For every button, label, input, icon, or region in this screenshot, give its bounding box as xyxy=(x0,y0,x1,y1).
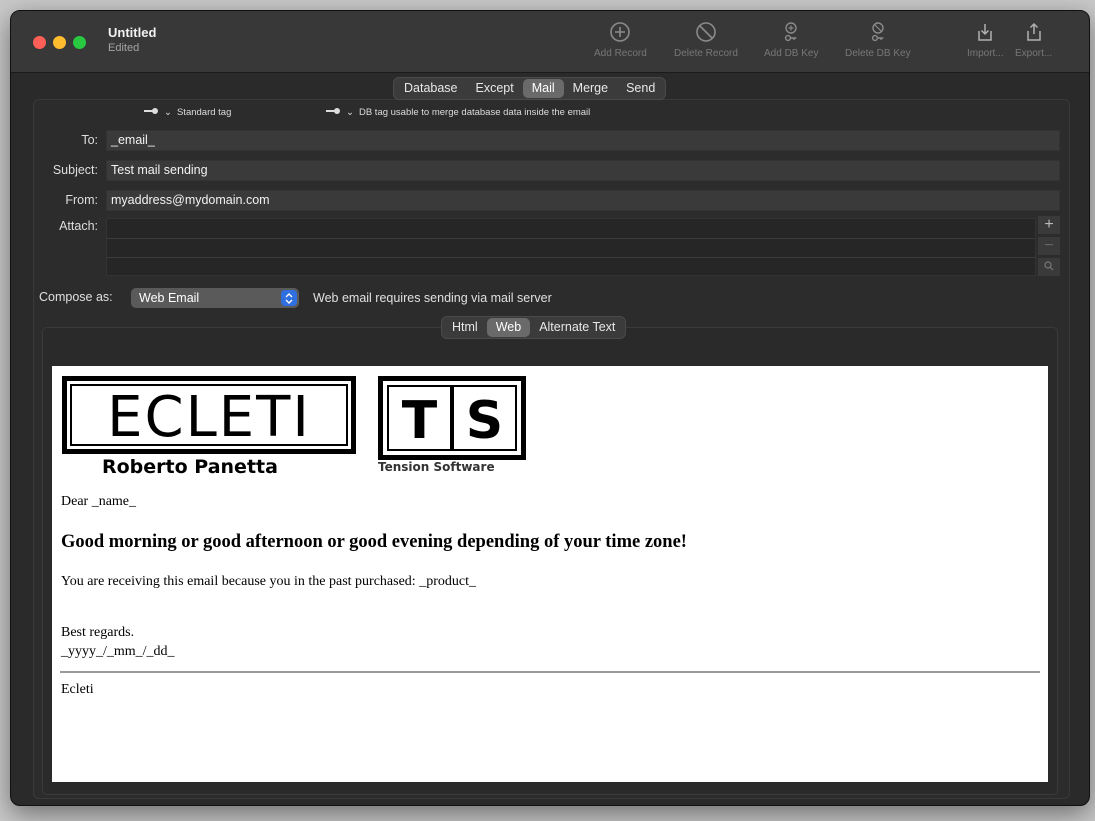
import-label: Import... xyxy=(967,48,1004,59)
email-headline: Good morning or good afternoon or good e… xyxy=(61,532,687,552)
tab-except[interactable]: Except xyxy=(467,79,523,98)
delete-record-button[interactable]: Delete Record xyxy=(674,19,738,67)
to-label: To: xyxy=(81,133,98,147)
attachments-list[interactable] xyxy=(106,218,1036,276)
to-field[interactable]: _email_ xyxy=(106,130,1060,151)
add-attachment-button[interactable]: + xyxy=(1038,216,1060,234)
compose-as-select[interactable]: Web Email xyxy=(131,288,299,308)
tab-merge[interactable]: Merge xyxy=(564,79,617,98)
import-icon xyxy=(972,19,998,45)
subject-label: Subject: xyxy=(52,163,98,177)
import-button[interactable]: Import... xyxy=(967,19,1004,67)
remove-attachment-button[interactable]: − xyxy=(1038,237,1060,255)
email-signature: Ecleti xyxy=(61,682,94,697)
minimize-window-button[interactable] xyxy=(53,36,66,49)
plus-icon: + xyxy=(1044,216,1054,233)
add-db-key-button[interactable]: Add DB Key xyxy=(764,19,818,67)
zoom-window-button[interactable] xyxy=(73,36,86,49)
main-tabs: Database Except Mail Merge Send xyxy=(393,77,667,100)
key-icon xyxy=(143,107,159,118)
email-body: You are receiving this email because you… xyxy=(61,574,476,589)
preview-attachment-button[interactable] xyxy=(1038,258,1060,276)
compose-tabs: Html Web Alternate Text xyxy=(441,316,627,339)
ecleti-logo: ECLETI xyxy=(62,376,356,454)
tab-html[interactable]: Html xyxy=(443,318,487,337)
from-label: From: xyxy=(65,193,98,207)
web-email-editor[interactable]: ECLETI Roberto Panetta T S Tension Softw… xyxy=(52,366,1048,782)
tab-web[interactable]: Web xyxy=(486,318,531,337)
close-window-button[interactable] xyxy=(33,36,46,49)
attach-label: Attach: xyxy=(59,219,98,233)
compose-as-label: Compose as: xyxy=(39,290,113,304)
tab-send[interactable]: Send xyxy=(617,79,664,98)
magnifier-icon xyxy=(1044,258,1054,276)
delete-db-key-label: Delete DB Key xyxy=(845,48,911,59)
subject-field[interactable]: Test mail sending xyxy=(106,160,1060,181)
tab-mail[interactable]: Mail xyxy=(522,79,564,98)
logo-letter-s: S xyxy=(465,391,504,451)
window-subtitle: Edited xyxy=(108,42,140,54)
tab-database[interactable]: Database xyxy=(395,79,467,98)
tension-software-logo: T S xyxy=(378,376,526,460)
ecleti-logo-name: Roberto Panetta xyxy=(102,456,278,478)
compose-note: Web email requires sending via mail serv… xyxy=(313,291,552,305)
ecleti-logo-text: ECLETI xyxy=(70,384,348,450)
delete-record-label: Delete Record xyxy=(674,48,738,59)
title-bar: Untitled Edited Add Record Delete Record… xyxy=(11,11,1089,73)
window-title: Untitled xyxy=(108,25,157,40)
minus-icon: − xyxy=(1044,237,1054,254)
from-field[interactable]: myaddress@mydomain.com xyxy=(106,190,1060,211)
email-date: _yyyy_/_mm_/_dd_ xyxy=(61,644,175,659)
delete-db-key-button[interactable]: Delete DB Key xyxy=(845,19,911,67)
db-tag-menu[interactable]: ⌄ DB tag usable to merge database data i… xyxy=(325,107,590,118)
chevron-down-icon: ⌄ xyxy=(164,107,172,118)
export-icon xyxy=(1021,19,1047,45)
tension-software-logo-box: T S xyxy=(387,385,517,451)
chevron-down-icon: ⌄ xyxy=(346,107,354,118)
standard-tag-menu[interactable]: ⌄ Standard tag xyxy=(143,107,231,118)
add-record-label: Add Record xyxy=(594,48,647,59)
updown-chevron-icon xyxy=(281,290,297,306)
email-greeting: Dear _name_ xyxy=(61,494,137,509)
attachment-row-divider xyxy=(107,257,1035,258)
add-record-button[interactable]: Add Record xyxy=(594,19,647,67)
key-icon xyxy=(325,107,341,118)
compose-as-value: Web Email xyxy=(139,291,200,305)
add-db-key-label: Add DB Key xyxy=(764,48,819,59)
tension-software-logo-name: Tension Software xyxy=(378,460,495,474)
email-regards: Best regards. xyxy=(61,625,135,640)
prohibit-icon xyxy=(693,19,719,45)
key-add-icon xyxy=(778,19,804,45)
tab-alternate-text[interactable]: Alternate Text xyxy=(530,318,624,337)
attachment-row-divider xyxy=(107,238,1035,239)
standard-tag-label: Standard tag xyxy=(176,107,232,118)
db-tag-label: DB tag usable to merge database data ins… xyxy=(358,107,591,118)
logo-letter-t: T xyxy=(389,387,454,451)
email-divider xyxy=(60,671,1040,673)
export-label: Export... xyxy=(1015,48,1053,59)
key-delete-icon xyxy=(865,19,891,45)
export-button[interactable]: Export... xyxy=(1015,19,1052,67)
plus-circle-icon xyxy=(607,19,633,45)
